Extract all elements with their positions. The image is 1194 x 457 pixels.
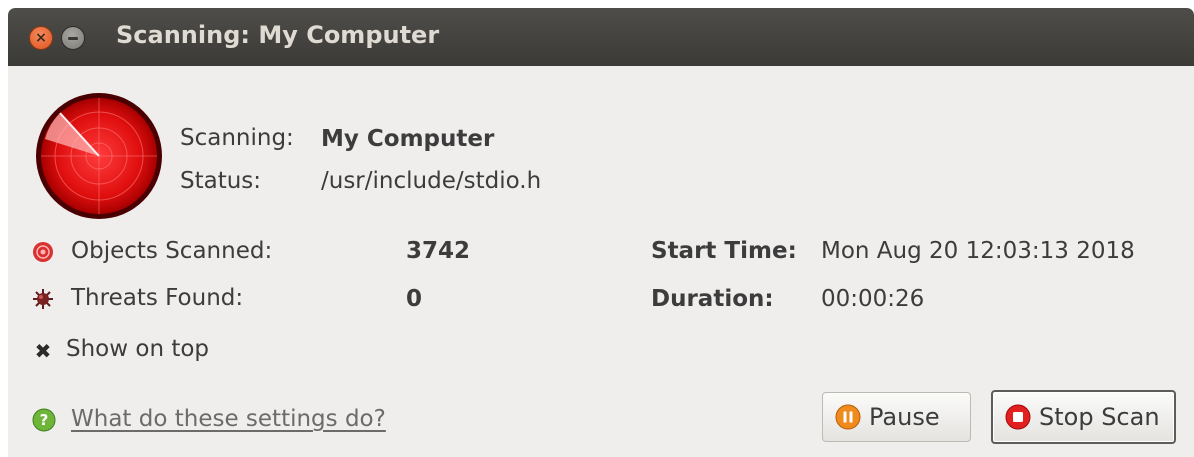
scan-window: × Scanning: My Computer Scanning: My Com…: [8, 8, 1194, 457]
start-time-value: Mon Aug 20 12:03:13 2018: [821, 238, 1135, 264]
objects-scanned-icon: [33, 242, 53, 262]
help-link[interactable]: What do these settings do?: [71, 406, 386, 432]
objects-scanned-label: Objects Scanned:: [71, 238, 273, 264]
status-label: Status:: [180, 168, 262, 194]
stop-icon: [1005, 404, 1031, 430]
scanning-label: Scanning:: [180, 125, 294, 151]
close-icon[interactable]: ×: [29, 26, 53, 50]
help-icon: ?: [32, 408, 56, 432]
start-time-label: Start Time:: [651, 238, 797, 264]
duration-value: 00:00:26: [821, 286, 925, 312]
pause-label: Pause: [869, 403, 940, 431]
stop-scan-button[interactable]: Stop Scan: [991, 390, 1176, 444]
show-on-top-checkbox[interactable]: ✖: [32, 339, 54, 363]
radar-icon: [36, 93, 162, 219]
status-path: /usr/include/stdio.h: [321, 168, 542, 194]
threat-bug-icon: [33, 289, 53, 309]
title-bar: × Scanning: My Computer: [8, 8, 1194, 66]
window-title: Scanning: My Computer: [116, 21, 440, 49]
threats-found-value: 0: [406, 286, 423, 312]
stop-scan-label: Stop Scan: [1039, 403, 1160, 431]
pause-icon: [835, 404, 861, 430]
duration-label: Duration:: [651, 286, 774, 312]
threats-found-label: Threats Found:: [71, 285, 244, 311]
minimize-icon[interactable]: [61, 26, 85, 50]
pause-button[interactable]: Pause: [822, 392, 971, 442]
show-on-top-label[interactable]: Show on top: [66, 336, 209, 362]
scanning-target: My Computer: [321, 126, 495, 152]
svg-text:?: ?: [40, 411, 49, 429]
objects-scanned-value: 3742: [406, 238, 471, 264]
